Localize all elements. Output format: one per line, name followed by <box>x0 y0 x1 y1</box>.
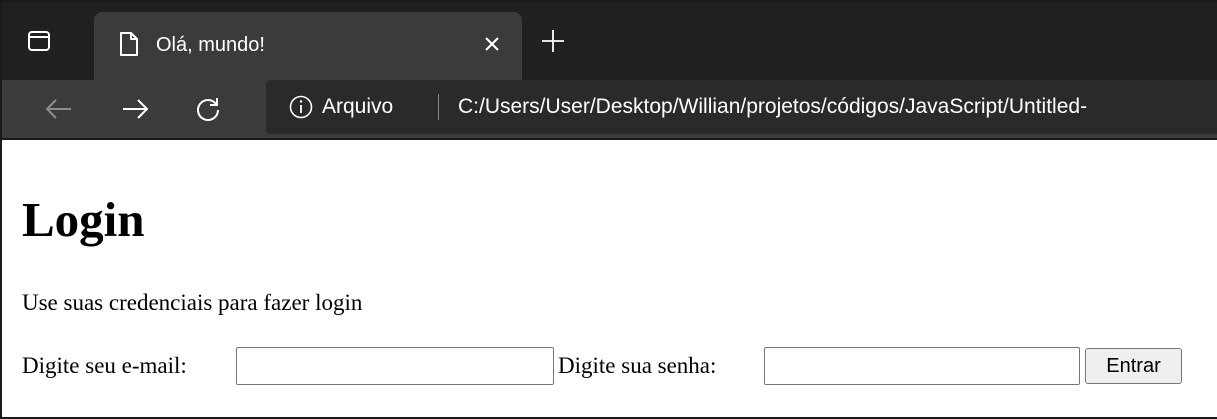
forward-arrow-icon <box>123 99 149 119</box>
page-subtitle: Use suas credenciais para fazer login <box>22 290 363 315</box>
security-label[interactable]: Arquivo <box>322 94 393 120</box>
new-tab-button[interactable] <box>536 24 570 58</box>
close-tab-button[interactable] <box>478 30 506 58</box>
forward-button[interactable] <box>118 92 152 126</box>
info-icon[interactable] <box>288 94 314 120</box>
tab-title: Olá, mundo! <box>156 34 265 56</box>
page-title: Login <box>22 192 145 247</box>
page-content: Login Use suas credenciais para fazer lo… <box>2 138 1217 417</box>
login-form: Digite seu e-mail: Digite sua senha: Ent… <box>22 343 1202 385</box>
tab-active[interactable]: Olá, mundo! <box>94 12 522 80</box>
tab-actions-glyph <box>28 31 50 51</box>
close-icon <box>485 37 499 51</box>
submit-button[interactable]: Entrar <box>1085 348 1182 384</box>
back-arrow-icon <box>45 99 71 119</box>
address-bar[interactable]: Arquivo C:/Users/User/Desktop/Willian/pr… <box>266 80 1217 134</box>
password-label: Digite sua senha: <box>558 353 717 378</box>
page-icon <box>118 30 140 58</box>
plus-icon <box>542 30 564 52</box>
tab-strip: Olá, mundo! <box>2 2 1217 80</box>
back-button[interactable] <box>42 92 76 126</box>
browser-window: Olá, mundo! Arquivo C:/Users/User/Deskto… <box>0 0 1217 419</box>
address-separator <box>438 94 439 120</box>
tab-actions-icon[interactable] <box>24 26 54 56</box>
password-input[interactable] <box>764 347 1080 385</box>
url-text[interactable]: C:/Users/User/Desktop/Willian/projetos/c… <box>458 94 1217 120</box>
address-bar-content: Arquivo C:/Users/User/Desktop/Willian/pr… <box>266 80 1217 134</box>
email-input[interactable] <box>236 347 554 385</box>
email-label: Digite seu e-mail: <box>22 353 187 378</box>
reload-button[interactable] <box>191 92 225 126</box>
reload-icon <box>197 98 219 121</box>
